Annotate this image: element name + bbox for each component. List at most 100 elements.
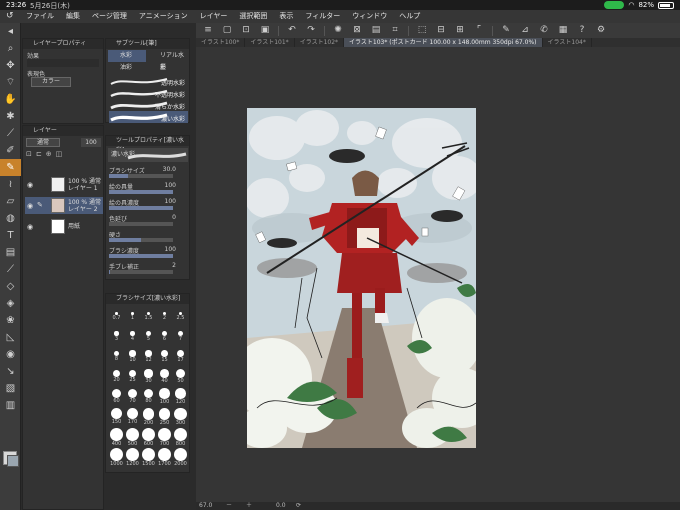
zoom-in-icon[interactable]: ＋ bbox=[246, 502, 252, 510]
crop-icon[interactable]: ⌜ bbox=[473, 25, 485, 36]
tool-property-row[interactable]: ブラシサイズ 30.0 bbox=[109, 166, 188, 180]
brush-size-preset[interactable]: 100 bbox=[158, 388, 171, 405]
brush-size-preset[interactable]: 60 bbox=[110, 388, 123, 404]
brush-size-preset[interactable]: 1000 bbox=[110, 448, 123, 467]
pen-icon[interactable]: ✐ bbox=[0, 142, 21, 159]
tool-property-slider[interactable] bbox=[109, 190, 173, 194]
brush-size-preset[interactable]: 20 bbox=[110, 368, 123, 383]
brush-size-preset[interactable]: 50 bbox=[174, 368, 187, 384]
blend-mode-select[interactable]: 通常 bbox=[26, 138, 60, 147]
move-icon[interactable]: ✥ bbox=[0, 57, 21, 74]
menu-filter[interactable]: フィルター bbox=[299, 10, 346, 23]
brush-size-preset[interactable]: 3 bbox=[110, 328, 123, 342]
brush-size-preset[interactable]: 5 bbox=[142, 328, 155, 342]
brush-size-preset[interactable]: 40 bbox=[158, 368, 171, 384]
sub-color-swatch[interactable] bbox=[7, 455, 19, 467]
brush-size-preset[interactable]: 15 bbox=[158, 348, 171, 363]
brush-size-preset[interactable]: 500 bbox=[126, 428, 139, 447]
subtool-group-ink[interactable]: 墨 bbox=[148, 62, 186, 74]
menu-selection[interactable]: 選択範囲 bbox=[233, 10, 273, 23]
menu-edit[interactable]: 編集 bbox=[60, 10, 86, 23]
brush-size-preset[interactable]: 7 bbox=[174, 328, 187, 342]
deselect-icon[interactable]: ⊟ bbox=[435, 25, 447, 36]
brush-size-preset[interactable]: 30 bbox=[142, 368, 155, 384]
layer-move-icon[interactable]: ▥ bbox=[0, 397, 21, 414]
brush-size-preset[interactable]: 150 bbox=[110, 408, 123, 425]
brush-item[interactable]: 透明水彩 bbox=[109, 75, 188, 87]
balloon-icon[interactable]: ◉ bbox=[0, 346, 21, 363]
lock-icon[interactable]: ⊡ bbox=[26, 150, 32, 158]
eye-icon[interactable]: ◉ bbox=[27, 223, 33, 231]
eye-icon[interactable]: ◉ bbox=[27, 181, 33, 189]
brush-size-preset[interactable]: 1 bbox=[126, 308, 139, 321]
gallery-icon[interactable]: ▦ bbox=[557, 25, 569, 36]
tool-property-row[interactable]: 色延び 0 bbox=[109, 214, 188, 228]
fill-bucket-icon[interactable]: ◈ bbox=[0, 295, 21, 312]
canvas-artwork[interactable] bbox=[247, 108, 476, 448]
brush-size-preset[interactable]: 6 bbox=[158, 328, 171, 342]
save-icon[interactable]: ▣ bbox=[259, 25, 271, 36]
brush-size-preset[interactable]: 2000 bbox=[174, 448, 187, 467]
brush-size-preset[interactable]: 2.5 bbox=[174, 308, 187, 321]
tab-illust100[interactable]: イラスト100* bbox=[196, 38, 246, 47]
clip-icon[interactable]: ⊏ bbox=[36, 150, 42, 158]
zoom-value[interactable]: 67.0 bbox=[199, 502, 212, 510]
brush-item-selected[interactable]: 濃い水彩 bbox=[109, 111, 188, 123]
ruler-tool-icon[interactable]: ◺ bbox=[0, 329, 21, 346]
tool-property-row[interactable]: ブラシ濃度 100 bbox=[109, 246, 188, 260]
gradient-icon[interactable]: ▤ bbox=[0, 244, 21, 261]
brush-size-preset[interactable]: 1500 bbox=[142, 448, 155, 467]
fill-icon[interactable]: ▤ bbox=[370, 25, 382, 36]
text-icon[interactable]: T bbox=[0, 227, 21, 244]
brush-size-preset[interactable]: 170 bbox=[126, 408, 139, 425]
tool-property-slider[interactable] bbox=[109, 238, 173, 242]
ruler-icon[interactable]: ⊿ bbox=[519, 25, 531, 36]
brush-icon[interactable]: ✎ bbox=[0, 159, 21, 176]
tool-property-row[interactable]: 硬さ bbox=[109, 230, 188, 244]
brush-size-preset[interactable]: 1200 bbox=[126, 448, 139, 467]
zoom-out-icon[interactable]: － bbox=[226, 502, 232, 510]
brush-size-preset[interactable]: 400 bbox=[110, 428, 123, 447]
settings-icon[interactable]: ⚙ bbox=[595, 25, 607, 36]
menu-window[interactable]: ウィンドウ bbox=[346, 10, 393, 23]
frame-icon[interactable]: ◇ bbox=[0, 278, 21, 295]
tab-illust101[interactable]: イラスト101* bbox=[245, 38, 295, 47]
opacity-field[interactable]: 100 bbox=[81, 138, 101, 147]
lasso-icon[interactable]: ⌔ bbox=[0, 74, 21, 91]
menu-view[interactable]: 表示 bbox=[273, 10, 299, 23]
transform-icon[interactable]: ⌗ bbox=[389, 25, 401, 36]
brush-size-preset[interactable]: 80 bbox=[142, 388, 155, 404]
brush-size-preset[interactable]: 12 bbox=[142, 348, 155, 363]
companion-icon[interactable]: ✆ bbox=[538, 25, 550, 36]
tool-property-slider[interactable] bbox=[109, 222, 173, 226]
tool-property-row[interactable]: 絵の具量 100 bbox=[109, 182, 188, 196]
tool-property-slider[interactable] bbox=[109, 206, 173, 210]
menu-file[interactable]: ファイル bbox=[20, 10, 60, 23]
help-icon[interactable]: ? bbox=[576, 25, 588, 36]
subtool-group-oil[interactable]: 油彩 bbox=[108, 62, 146, 74]
eraser-icon[interactable]: ▱ bbox=[0, 193, 21, 210]
collapse-icon[interactable]: ◂ bbox=[0, 23, 21, 40]
auto-select-icon[interactable]: ✱ bbox=[0, 108, 21, 125]
brush-size-preset[interactable]: 700 bbox=[158, 428, 171, 447]
decoration-icon[interactable]: ❀ bbox=[0, 312, 21, 329]
brush-size-preset[interactable]: 8 bbox=[110, 348, 123, 362]
rotate-icon[interactable]: ⟳ bbox=[296, 502, 301, 510]
brush-size-preset[interactable]: 2 bbox=[158, 308, 171, 321]
brush-size-preset[interactable]: 0.7 bbox=[110, 308, 123, 321]
brush-size-preset[interactable]: 70 bbox=[126, 388, 139, 404]
select-all-icon[interactable]: ⬚ bbox=[416, 25, 428, 36]
zoom-icon[interactable]: ⌕ bbox=[0, 40, 21, 57]
figure-icon[interactable]: ⟋ bbox=[0, 261, 21, 278]
brush-size-preset[interactable]: 600 bbox=[142, 428, 155, 447]
layer-row-selected[interactable]: ◉ ✎ 100 % 通常 レイヤー 2 bbox=[25, 197, 103, 214]
layer-row[interactable]: ◉ 用紙 bbox=[25, 218, 103, 235]
brush-size-preset[interactable]: 17 bbox=[174, 348, 187, 363]
expression-color-select[interactable]: カラー bbox=[31, 77, 71, 87]
brush-item[interactable]: 滑らか水彩 bbox=[109, 99, 188, 111]
menu-help[interactable]: ヘルプ bbox=[393, 10, 426, 23]
eye-icon[interactable]: ◉ bbox=[27, 202, 33, 210]
brush-size-preset[interactable]: 250 bbox=[158, 408, 171, 426]
brush-item[interactable]: 不透明水彩 bbox=[109, 87, 188, 99]
brush-size-preset[interactable]: 10 bbox=[126, 348, 139, 363]
